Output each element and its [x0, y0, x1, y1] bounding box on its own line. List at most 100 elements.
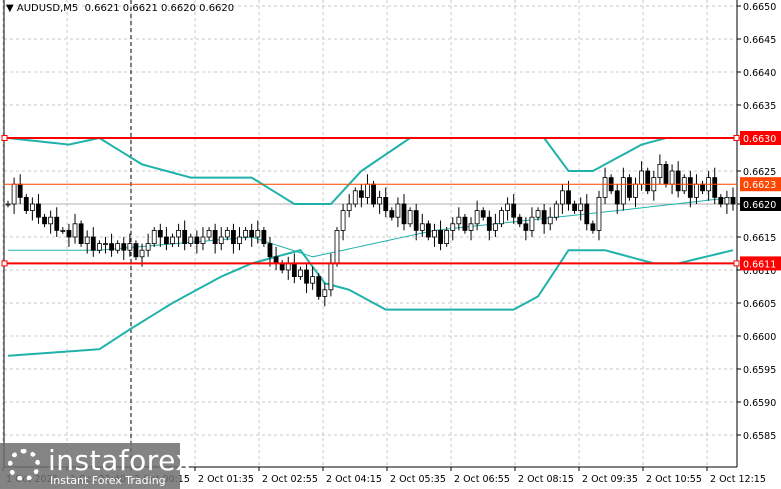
- candle-body-bear: [261, 229, 267, 244]
- y-tick-label: 0.6650: [743, 2, 776, 13]
- candle-body-bull: [243, 229, 249, 238]
- candle: [627, 174, 632, 201]
- candle: [267, 237, 273, 267]
- candle: [553, 200, 559, 221]
- gear-logo-icon: [8, 449, 40, 481]
- candle-body-bear: [90, 236, 96, 251]
- candle-body-bear: [358, 190, 364, 198]
- y-tick-label: 0.6585: [743, 431, 776, 442]
- candle-body-bull: [96, 243, 102, 251]
- candle-body-bull: [84, 236, 90, 244]
- candle-body-bull: [206, 229, 212, 238]
- candle-body-bull: [29, 203, 35, 211]
- candle-body-bear: [712, 177, 718, 198]
- candle: [590, 220, 596, 234]
- candle-body-bull: [620, 177, 626, 205]
- candle-body-bull: [237, 236, 242, 244]
- candle: [237, 227, 242, 251]
- level-price-label: 0.6630: [743, 134, 776, 145]
- candle-body-bull: [602, 177, 608, 198]
- candle: [352, 187, 358, 208]
- candle-body-bear: [17, 183, 23, 198]
- candle-body-bull: [115, 243, 121, 251]
- candle-body-bull: [444, 229, 450, 244]
- candle-body-bear: [267, 243, 273, 258]
- chart-window[interactable]: 0.6650 0.6645 0.6640 0.6635 0.6630 0.6625 0.66…: [0, 0, 781, 489]
- collapse-triangle-icon[interactable]: ▼: [6, 3, 17, 14]
- candle-body-bear: [663, 163, 669, 185]
- candle-body-bull: [127, 243, 133, 251]
- candle-body-bull: [377, 196, 383, 205]
- candle-body-bear: [438, 229, 443, 244]
- candle-body-bull: [139, 249, 145, 258]
- candle-body-bull: [492, 223, 498, 231]
- candle-body-bull: [657, 163, 663, 178]
- candle: [121, 237, 127, 261]
- candle: [529, 207, 535, 237]
- x-tick-label: 2 Oct 10:55: [646, 474, 702, 485]
- candle: [694, 174, 699, 204]
- level-price-label: 0.6623: [743, 180, 776, 191]
- candle-body-bear: [54, 216, 60, 231]
- candle: [724, 190, 730, 214]
- candle: [486, 210, 492, 241]
- candle-body-bull: [365, 183, 370, 198]
- candle: [620, 167, 626, 211]
- candle-body-bull: [724, 196, 730, 205]
- candle: [103, 237, 108, 254]
- candle-body-bear: [645, 170, 651, 192]
- candle-body-bull: [553, 203, 559, 218]
- candle-body-bear: [572, 203, 577, 211]
- candle: [718, 194, 724, 208]
- candle-body-bear: [486, 216, 492, 231]
- candle-body-bear: [133, 243, 139, 258]
- y-tick-label: 0.6605: [743, 299, 776, 310]
- candle: [614, 184, 620, 214]
- candle: [206, 227, 212, 241]
- candle: [298, 266, 303, 280]
- candle-body-bear: [316, 276, 322, 297]
- candle-body-bear: [511, 203, 517, 218]
- y-tick-label: 0.6590: [743, 398, 776, 409]
- candle: [517, 213, 523, 228]
- candle: [346, 194, 352, 218]
- candle-body-bull: [474, 210, 480, 225]
- candle: [304, 263, 309, 294]
- candle: [712, 167, 718, 204]
- candle: [279, 260, 285, 274]
- candle-body-bear: [718, 196, 724, 205]
- candle-body-bull: [11, 183, 17, 205]
- y-tick-label: 0.6600: [743, 332, 776, 343]
- candle-body-bull: [72, 223, 78, 238]
- candle: [584, 194, 590, 231]
- candle-body-bull: [352, 190, 358, 205]
- candle: [456, 207, 462, 231]
- price-chart[interactable]: 0.6650 0.6645 0.6640 0.6635 0.6630 0.6625 0.66…: [0, 0, 781, 489]
- candle-body-bear: [462, 216, 468, 231]
- candle-body-bull: [596, 196, 602, 231]
- x-tick-label: 2 Oct 05:35: [390, 474, 446, 485]
- y-tick-label: 0.6595: [743, 365, 776, 376]
- x-tick-label: 2 Oct 06:55: [454, 474, 510, 485]
- candle-body-bear: [730, 196, 736, 205]
- candle-body-bear: [66, 229, 72, 238]
- candle-body-bull: [639, 170, 645, 185]
- candle-body-bear: [182, 229, 188, 244]
- candle-body-bull: [547, 216, 553, 225]
- candle-body-bear: [627, 177, 632, 198]
- candle: [389, 207, 395, 221]
- candle: [669, 164, 675, 195]
- candle: [438, 220, 443, 251]
- candle: [572, 200, 577, 214]
- candle-body-bull: [560, 190, 565, 205]
- candle-body-bull: [200, 236, 206, 244]
- candle-body-bull: [468, 223, 474, 231]
- candle: [328, 253, 334, 297]
- candle-body-bull: [218, 236, 224, 244]
- candle: [645, 167, 651, 195]
- candle-body-bull: [151, 229, 157, 244]
- candle-body-bear: [212, 229, 218, 244]
- candle: [334, 227, 340, 267]
- candle-body-bull: [535, 210, 541, 218]
- candle: [730, 187, 736, 211]
